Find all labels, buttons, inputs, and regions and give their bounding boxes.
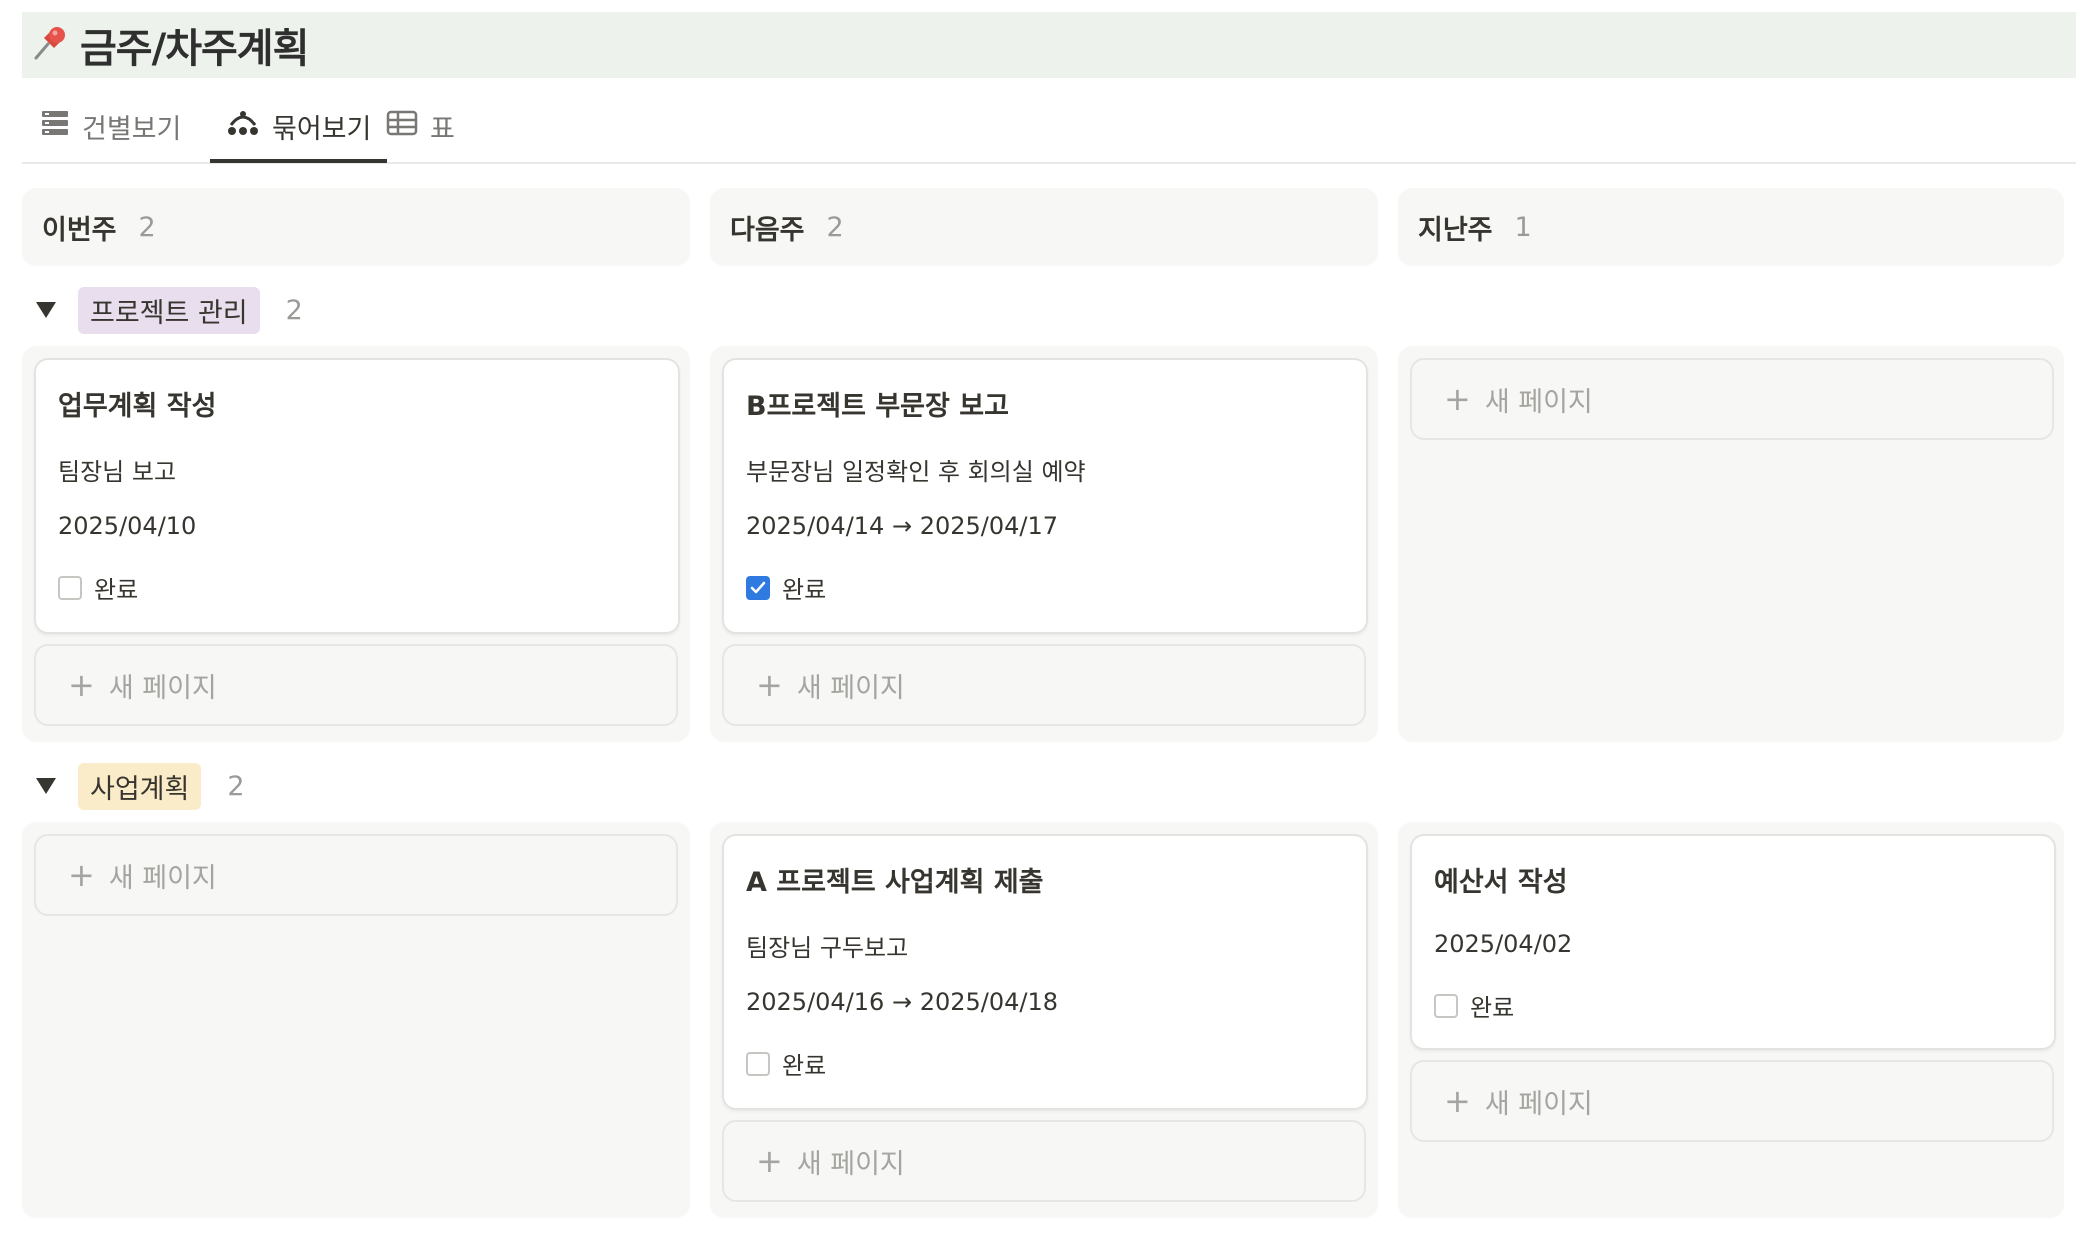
card-date: 2025/04/16 → 2025/04/18 [746,988,1059,1016]
done-checkbox[interactable] [58,575,82,600]
plus-icon: + [756,666,783,704]
checkmark-icon [750,581,766,593]
done-label: 완료 [782,576,827,604]
tab-label: 묶어보기 [272,113,372,145]
done-checkbox-row[interactable]: 완료 [1434,988,1514,1023]
new-page-label: 새 페이지 [108,862,217,894]
done-label: 완료 [782,1052,827,1080]
plus-icon: + [1444,1082,1471,1120]
table-view-icon [386,110,430,143]
card-title: 예산서 작성 [1434,867,1568,898]
view-tabs: 건별보기 묶어보기 표 [22,92,2076,164]
tab-list-view[interactable]: 건별보기 [40,92,181,160]
plus-icon: + [756,1142,783,1180]
pushpin-icon [30,22,70,69]
plus-icon: + [68,856,95,894]
active-tab-indicator [210,159,388,163]
card[interactable]: A 프로젝트 사업계획 제출 팀장님 구두보고 2025/04/16 → 202… [722,834,1368,1110]
card-note: 부문장님 일정확인 후 회의실 예약 [746,458,1086,486]
new-page-label: 새 페이지 [796,1148,905,1180]
new-page-label: 새 페이지 [796,672,905,704]
card-note: 팀장님 구두보고 [746,934,909,962]
done-checkbox-row[interactable]: 완료 [746,1046,826,1081]
card-note: 팀장님 보고 [58,458,177,486]
column-count: 1 [1514,211,1532,243]
new-page-button[interactable]: + 새 페이지 [34,644,678,726]
group-count: 2 [285,294,303,326]
tab-table-view[interactable]: 표 [386,92,455,160]
new-page-button[interactable]: + 새 페이지 [722,644,1366,726]
page-title[interactable]: 금주/차주계획 [80,16,309,74]
tab-label: 건별보기 [82,113,182,145]
tab-label: 표 [430,113,455,145]
tab-board-view[interactable]: 묶어보기 [210,92,388,163]
group-tag: 프로젝트 관리 [78,286,260,334]
page-title-bar: 금주/차주계획 [22,12,2076,78]
done-checkbox[interactable] [1434,993,1458,1018]
card[interactable]: B프로젝트 부문장 보고 부문장님 일정확인 후 회의실 예약 2025/04/… [722,358,1368,634]
done-label: 완료 [1470,994,1515,1022]
column-title: 지난주 [1418,214,1493,246]
collapse-caret-icon[interactable] [36,778,56,794]
done-checkbox-row[interactable]: 완료 [58,570,138,605]
new-page-button[interactable]: + 새 페이지 [34,834,678,916]
plus-icon: + [1444,380,1471,418]
done-checkbox-row[interactable]: 완료 [746,570,826,605]
plus-icon: + [68,666,95,704]
done-checkbox[interactable] [746,1051,770,1076]
column-title: 이번주 [42,214,117,246]
new-page-button[interactable]: + 새 페이지 [1410,1060,2054,1142]
board-view-icon [226,107,272,146]
new-page-label: 새 페이지 [1484,1088,1593,1120]
column-count: 2 [826,211,844,243]
column-header-this-week[interactable]: 이번주 2 [22,188,690,266]
group-count: 2 [227,770,245,802]
card-date: 2025/04/14 → 2025/04/17 [746,512,1059,540]
group-tag: 사업계획 [78,762,202,810]
column-header-last-week[interactable]: 지난주 1 [1398,188,2064,266]
card-title: 업무계획 작성 [58,391,217,422]
group-header-business-plan[interactable]: 사업계획 2 [22,761,245,811]
new-page-button[interactable]: + 새 페이지 [1410,358,2054,440]
new-page-button[interactable]: + 새 페이지 [722,1120,1366,1202]
list-view-icon [40,109,82,144]
done-label: 완료 [94,576,139,604]
card[interactable]: 예산서 작성 2025/04/02 완료 [1410,834,2056,1050]
card-date: 2025/04/10 [58,512,197,540]
group-header-project-management[interactable]: 프로젝트 관리 2 [22,285,303,335]
card-title: B프로젝트 부문장 보고 [746,391,1009,422]
new-page-label: 새 페이지 [108,672,217,704]
card-title: A 프로젝트 사업계획 제출 [746,867,1044,898]
done-checkbox[interactable] [746,575,770,600]
collapse-caret-icon[interactable] [36,302,56,318]
column-count: 2 [138,211,156,243]
new-page-label: 새 페이지 [1484,386,1593,418]
card[interactable]: 업무계획 작성 팀장님 보고 2025/04/10 완료 [34,358,680,634]
card-date: 2025/04/02 [1434,930,1573,958]
column-header-next-week[interactable]: 다음주 2 [710,188,1378,266]
column-title: 다음주 [730,214,805,246]
